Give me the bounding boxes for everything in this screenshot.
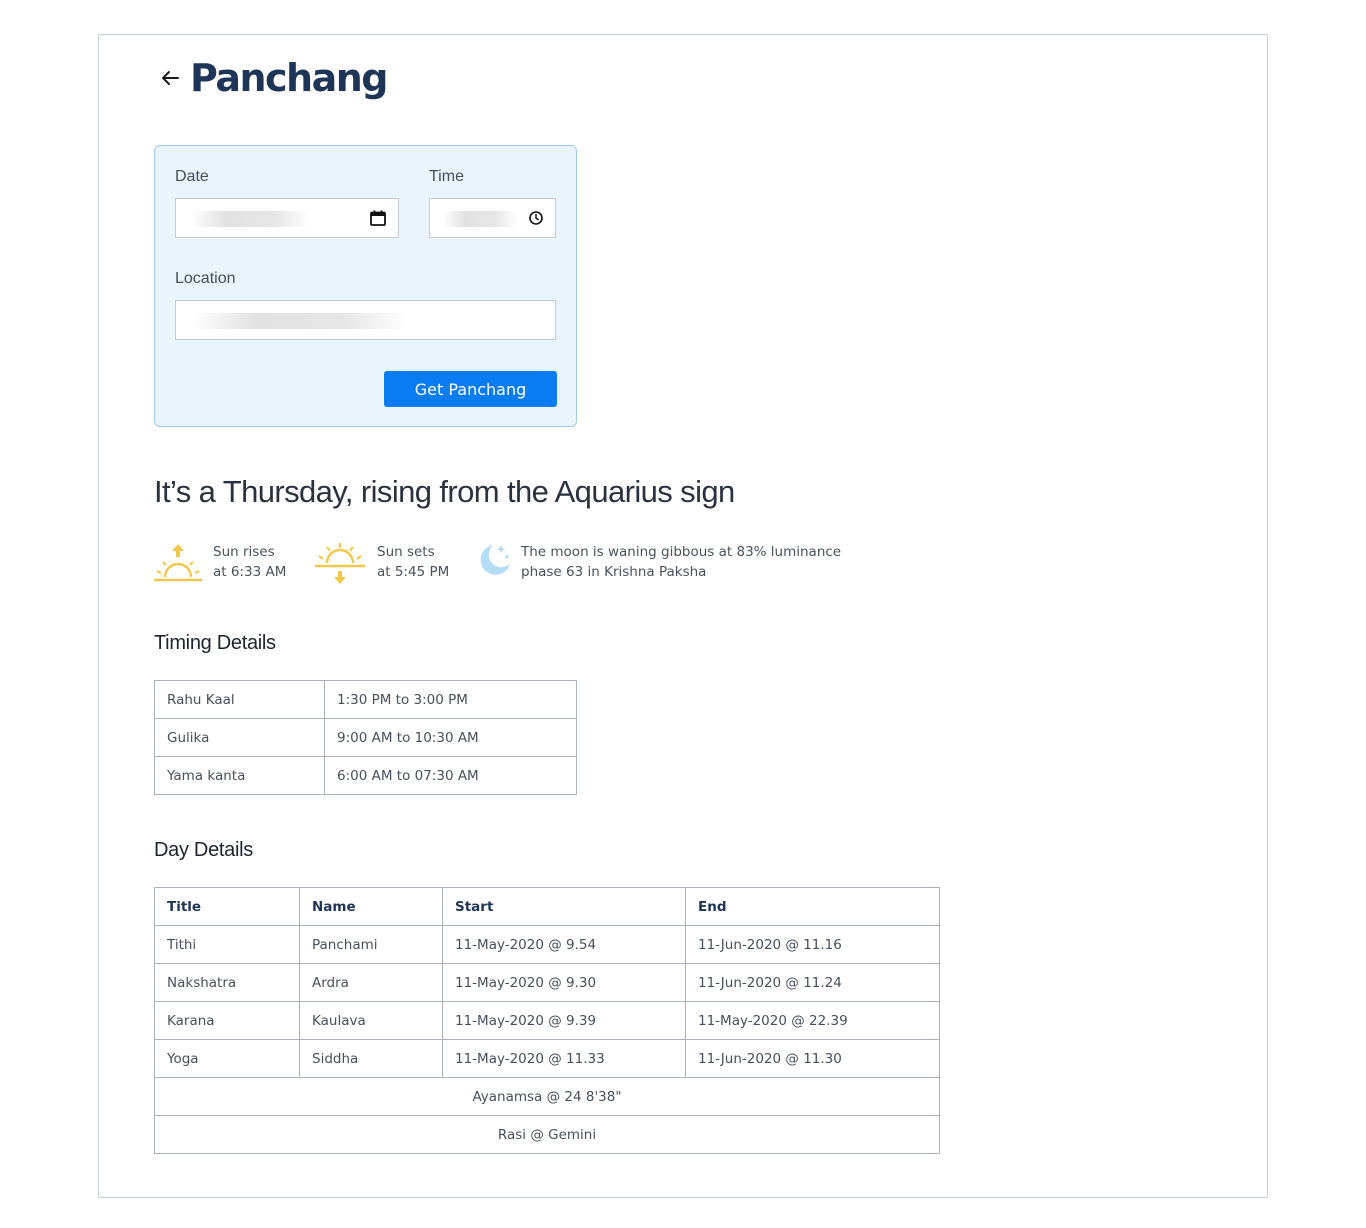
time-value-redacted [442,211,518,227]
timing-details-title: Timing Details [154,632,276,654]
column-header: Title [154,887,300,926]
calendar-icon[interactable] [369,209,387,227]
location-value-redacted [190,313,410,329]
moon-line2: phase 63 in Krishna Paksha [521,564,707,580]
table-row: Rahu Kaal 1:30 PM to 3:00 PM [154,680,577,719]
rasi-cell: Rasi @ Gemini [154,1115,940,1154]
arrow-left-icon[interactable] [158,66,182,90]
cell: 11-Jun-2020 @ 11.30 [685,1039,940,1078]
table-row: Gulika 9:00 AM to 10:30 AM [154,718,577,757]
moon-info: The moon is waning gibbous at 83% lumina… [477,542,841,582]
sunset-info: Sun sets at 5:45 PM [314,542,449,586]
table-row: Karana Kaulava 11-May-2020 @ 9.39 11-May… [154,1001,940,1040]
table-row: Rasi @ Gemini [154,1115,940,1154]
cell: 11-May-2020 @ 9.30 [442,963,686,1002]
moon-icon [480,545,510,575]
sunset-line2: at 5:45 PM [377,564,450,580]
cell: Siddha [299,1039,443,1078]
date-input[interactable] [175,198,399,238]
cell: Kaulava [299,1001,443,1040]
day-details-table: Title Name Start End Tithi Panchami 11-M… [154,887,940,1154]
timing-value: 6:00 AM to 07:30 AM [324,756,577,795]
cell: 11-May-2020 @ 9.39 [442,1001,686,1040]
cell: Nakshatra [154,963,300,1002]
table-row: Yama kanta 6:00 AM to 07:30 AM [154,756,577,795]
clock-icon[interactable] [528,210,544,226]
cell: 11-Jun-2020 @ 11.16 [685,925,940,964]
table-row: Ayanamsa @ 24 8'38" [154,1077,940,1116]
date-value-redacted [190,211,310,227]
sunset-line1: Sun sets [377,544,435,560]
sunrise-line2: at 6:33 AM [213,564,287,580]
cell: Yoga [154,1039,300,1078]
get-panchang-button[interactable]: Get Panchang [384,371,557,407]
page-title: Panchang [190,56,389,100]
time-input[interactable] [429,198,556,238]
timing-value: 1:30 PM to 3:00 PM [324,680,577,719]
column-header: Name [299,887,443,926]
panchang-form: Date Time Location Get Panchang [154,145,577,427]
table-header-row: Title Name Start End [154,887,940,926]
cell: Ardra [299,963,443,1002]
cell: 11-May-2020 @ 22.39 [685,1001,940,1040]
cell: 11-Jun-2020 @ 11.24 [685,963,940,1002]
time-label: Time [429,168,464,185]
location-input[interactable] [175,300,556,340]
cell: 11-May-2020 @ 9.54 [442,925,686,964]
page-header: Panchang [158,56,389,100]
location-label: Location [175,270,236,287]
column-header: End [685,887,940,926]
cell: Tithi [154,925,300,964]
column-header: Start [442,887,686,926]
sunrise-line1: Sun rises [213,544,275,560]
moon-line1: The moon is waning gibbous at 83% lumina… [521,544,842,560]
sunset-icon [315,543,365,584]
table-row: Tithi Panchami 11-May-2020 @ 9.54 11-Jun… [154,925,940,964]
cell: Karana [154,1001,300,1040]
ayanamsa-cell: Ayanamsa @ 24 8'38" [154,1077,940,1116]
timing-value: 9:00 AM to 10:30 AM [324,718,577,757]
table-row: Yoga Siddha 11-May-2020 @ 11.33 11-Jun-2… [154,1039,940,1078]
timing-name: Gulika [154,718,325,757]
timing-name: Yama kanta [154,756,325,795]
sunrise-icon [154,544,202,582]
timing-table: Rahu Kaal 1:30 PM to 3:00 PM Gulika 9:00… [154,680,577,795]
cell: 11-May-2020 @ 11.33 [442,1039,686,1078]
day-details-title: Day Details [154,839,253,861]
day-summary-headline: It’s a Thursday, rising from the Aquariu… [154,474,735,509]
timing-name: Rahu Kaal [154,680,325,719]
date-label: Date [175,168,209,185]
cell: Panchami [299,925,443,964]
sunrise-info: Sun rises at 6:33 AM [153,542,286,584]
table-row: Nakshatra Ardra 11-May-2020 @ 9.30 11-Ju… [154,963,940,1002]
